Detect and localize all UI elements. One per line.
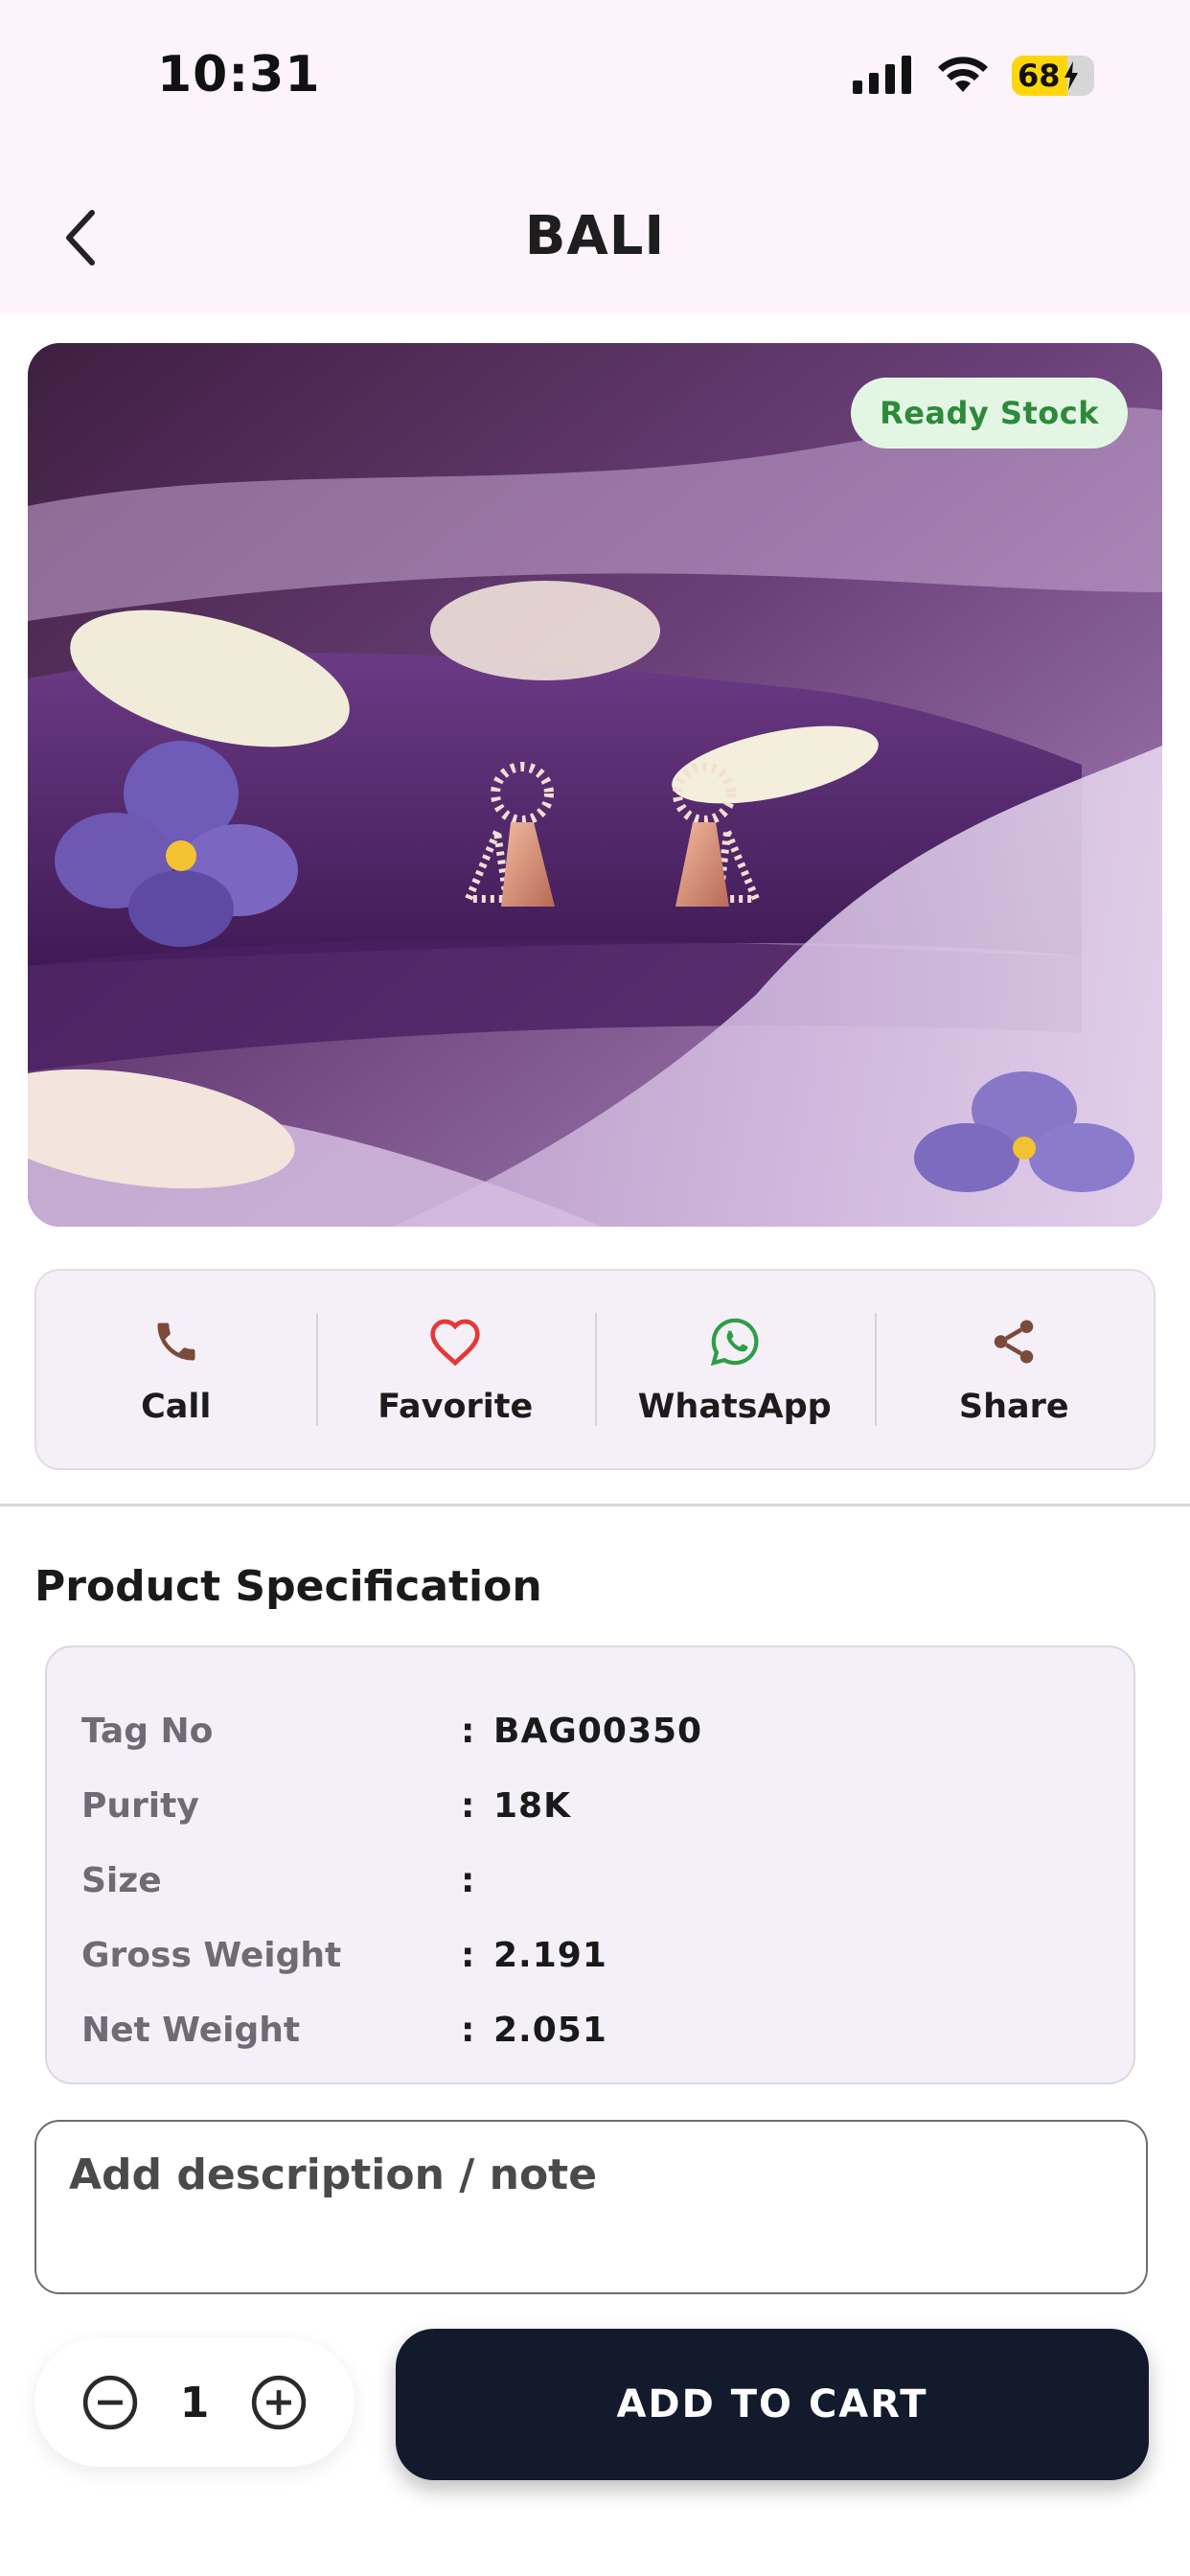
share-icon	[985, 1313, 1042, 1370]
spec-separator: :	[461, 1785, 475, 1826]
quantity-stepper: 1	[34, 2338, 355, 2467]
favorite-label: Favorite	[378, 1388, 534, 1426]
spec-label: Size	[81, 1860, 162, 1900]
battery-level: 68	[1018, 58, 1061, 94]
spec-label: Net Weight	[81, 2010, 301, 2050]
spec-separator: :	[461, 1860, 475, 1900]
specification-title: Product Specification	[34, 1562, 542, 1611]
status-icons: 68	[853, 54, 1094, 98]
spec-row-tag-no: Tag No : BAG00350	[47, 1693, 1133, 1768]
add-to-cart-button[interactable]: ADD TO CART	[396, 2329, 1149, 2480]
action-bar: Call Favorite WhatsApp Share	[34, 1269, 1156, 1470]
share-button[interactable]: Share	[874, 1271, 1155, 1468]
ready-stock-badge: Ready Stock	[851, 378, 1128, 448]
spec-separator: :	[461, 2010, 475, 2050]
spec-row-size: Size :	[47, 1843, 1133, 1918]
share-label: Share	[958, 1388, 1069, 1426]
minus-circle-icon	[82, 2375, 138, 2430]
product-image[interactable]: Ready Stock	[28, 343, 1162, 1227]
specification-card: Tag No : BAG00350 Purity : 18K Size : Gr…	[45, 1645, 1135, 2084]
call-label: Call	[141, 1388, 212, 1426]
earrings-photo	[28, 343, 1162, 1227]
battery-icon: 68	[1012, 56, 1094, 96]
section-divider	[0, 1504, 1190, 1506]
spec-separator: :	[461, 1711, 475, 1751]
whatsapp-button[interactable]: WhatsApp	[595, 1271, 875, 1468]
favorite-button[interactable]: Favorite	[315, 1271, 596, 1468]
quantity-value: 1	[179, 2378, 210, 2427]
call-button[interactable]: Call	[36, 1271, 316, 1468]
phone-icon	[148, 1313, 205, 1370]
charging-bolt-icon	[1064, 61, 1078, 90]
whatsapp-icon	[706, 1313, 764, 1370]
note-input[interactable]	[34, 2120, 1148, 2294]
signal-icon	[853, 54, 914, 98]
page-title: BALI	[524, 205, 666, 267]
wifi-icon	[935, 54, 991, 98]
spec-label: Tag No	[81, 1711, 214, 1751]
spec-label: Gross Weight	[81, 1935, 342, 1975]
decrease-quantity-button[interactable]	[80, 2373, 140, 2432]
spec-value: 2.051	[493, 2010, 607, 2050]
status-time: 10:31	[157, 46, 321, 104]
spec-value: 18K	[493, 1785, 571, 1826]
increase-quantity-button[interactable]	[249, 2373, 309, 2432]
spec-separator: :	[461, 1935, 475, 1975]
spec-value: BAG00350	[493, 1711, 703, 1751]
top-header: 10:31 68 BALI	[0, 0, 1190, 314]
whatsapp-label: WhatsApp	[637, 1388, 832, 1426]
plus-circle-icon	[251, 2375, 307, 2430]
spec-label: Purity	[81, 1785, 199, 1826]
spec-value: 2.191	[493, 1935, 607, 1975]
spec-row-gross-weight: Gross Weight : 2.191	[47, 1918, 1133, 1992]
spec-row-purity: Purity : 18K	[47, 1768, 1133, 1843]
spec-row-net-weight: Net Weight : 2.051	[47, 1992, 1133, 2067]
heart-icon	[426, 1313, 484, 1370]
